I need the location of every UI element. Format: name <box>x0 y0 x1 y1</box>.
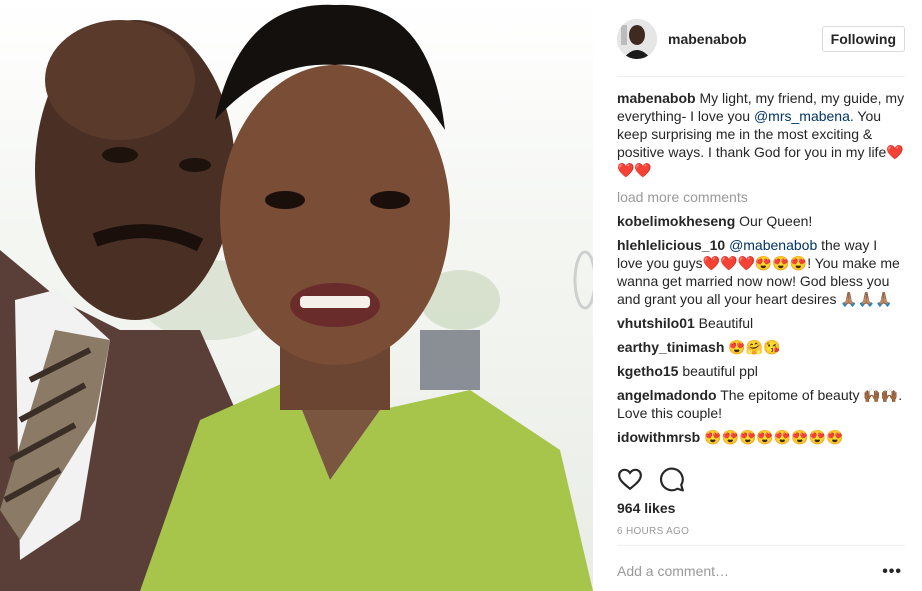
comment-item: kobelimokheseng Our Queen! <box>617 212 905 230</box>
comment-item: earthy_tinimash 😍🤗😘 <box>617 338 905 356</box>
caption-username[interactable]: mabenabob <box>617 90 696 106</box>
comment-item: hlehlelicious_10 @mabenabob the way I lo… <box>617 236 905 308</box>
heart-icon[interactable] <box>617 466 645 494</box>
comment-icon-svg <box>660 467 684 492</box>
likes-count[interactable]: 964 likes <box>617 500 675 516</box>
comment-text: beautiful ppl <box>678 363 758 379</box>
comment-text: 😍😍😍😍😍😍😍😍 <box>700 429 844 445</box>
post-photo[interactable] <box>0 0 593 591</box>
comment-item: vhutshilo01 Beautiful <box>617 314 905 332</box>
caption-mention[interactable]: @mrs_mabena <box>754 108 850 124</box>
comment-mention[interactable]: @mabenabob <box>729 237 817 253</box>
comment-item: idowithmrsb 😍😍😍😍😍😍😍😍 <box>617 428 905 446</box>
header-username[interactable]: mabenabob <box>668 31 747 47</box>
caption: mabenabob My light, my friend, my guide,… <box>617 89 905 179</box>
comment-item: kgetho15 beautiful ppl <box>617 362 905 380</box>
divider <box>617 545 905 546</box>
comment-username[interactable]: kobelimokheseng <box>617 213 735 229</box>
comment-username[interactable]: vhutshilo01 <box>617 315 695 331</box>
comment-icon[interactable] <box>659 466 687 494</box>
load-more-comments-link[interactable]: load more comments <box>617 188 905 206</box>
post-header: mabenabob Following <box>617 16 905 62</box>
add-comment-input[interactable]: Add a comment… <box>617 563 729 579</box>
avatar[interactable] <box>617 19 657 59</box>
instagram-post-modal: mabenabob Following mabenabob My light, … <box>0 0 922 591</box>
comment-text: Beautiful <box>694 315 754 331</box>
comment-text: Our Queen! <box>735 213 813 229</box>
post-side-panel: mabenabob Following mabenabob My light, … <box>593 0 922 591</box>
action-bar <box>617 465 701 495</box>
comment-text: 😍🤗😘 <box>724 339 781 355</box>
comment-username[interactable]: idowithmrsb <box>617 429 700 445</box>
comment-username[interactable]: hlehlelicious_10 <box>617 237 725 253</box>
following-button[interactable]: Following <box>821 26 905 52</box>
post-timestamp: 6 HOURS AGO <box>617 526 690 537</box>
comment-username[interactable]: kgetho15 <box>617 363 678 379</box>
comment-item: angelmadondo The epitome of beauty 🙌🏾🙌🏾.… <box>617 386 905 422</box>
heart-icon-svg <box>618 468 642 491</box>
avatar-image <box>617 19 657 59</box>
comment-username[interactable]: angelmadondo <box>617 387 717 403</box>
more-options-icon[interactable]: ••• <box>882 563 902 581</box>
comment-username[interactable]: earthy_tinimash <box>617 339 724 355</box>
divider <box>617 76 905 77</box>
comments-list[interactable]: mabenabob My light, my friend, my guide,… <box>617 89 905 455</box>
couple-selfie-image <box>0 4 593 591</box>
